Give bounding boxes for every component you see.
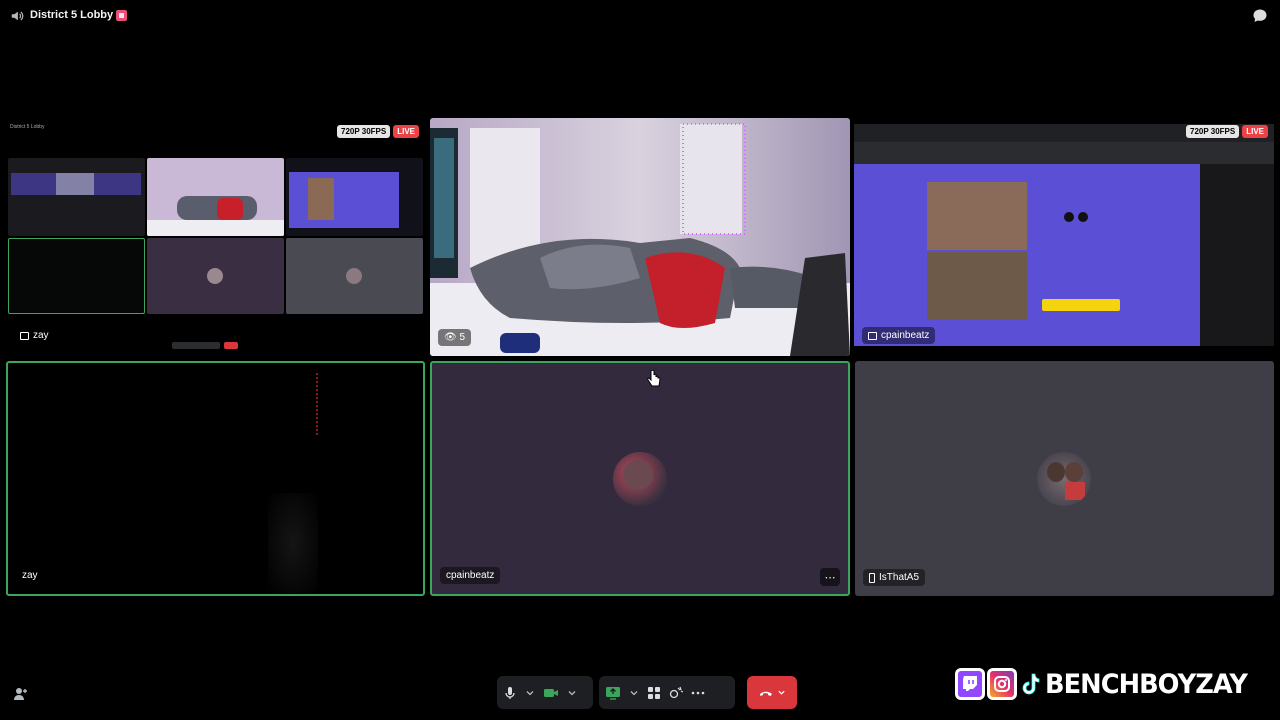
viewer-count: 👁 5 xyxy=(438,329,472,346)
screen-share-icon xyxy=(868,331,877,340)
camera-tile-isthata5[interactable]: IsThatA5 xyxy=(855,361,1274,596)
mirrored-cell xyxy=(147,158,284,236)
chevron-down-icon[interactable] xyxy=(567,688,577,698)
mirrored-cell xyxy=(8,238,145,314)
mic-camera-group xyxy=(497,676,593,709)
logo xyxy=(1064,212,1088,224)
mirrored-controls xyxy=(172,342,252,350)
mirrored-cell xyxy=(8,158,145,236)
chevron-down-icon[interactable] xyxy=(525,688,535,698)
chevron-down-icon[interactable] xyxy=(629,688,639,698)
microphone-icon[interactable] xyxy=(503,686,517,700)
name-tag: IsThatA5 xyxy=(863,569,926,586)
chevron-down-icon xyxy=(777,690,785,695)
video-camera-icon[interactable] xyxy=(543,686,559,700)
speaker-icon xyxy=(11,11,24,21)
quality-badge: 720P 30FPS xyxy=(337,125,391,138)
start-video-chat-button xyxy=(1042,299,1120,311)
mirrored-title: District 5 Lobby xyxy=(10,124,45,130)
mirrored-cell xyxy=(147,238,284,314)
camera-tile-zay[interactable]: zay xyxy=(6,361,425,596)
webcam-video xyxy=(430,118,850,356)
soundboard-icon[interactable] xyxy=(669,686,683,700)
camera-tile-cpainbeatz[interactable]: cpainbeatz ⋯ xyxy=(430,361,850,596)
activities-icon[interactable] xyxy=(647,686,661,700)
streamer-social-overlay: BENCHBOYZAY xyxy=(955,664,1260,704)
channel-title: District 5 Lobby xyxy=(30,9,128,21)
screen-share-icon xyxy=(20,331,29,340)
hotel-emoji-icon xyxy=(116,9,128,21)
webcam-tile[interactable]: 👁 5 xyxy=(430,118,850,356)
video-feed xyxy=(927,252,1027,320)
live-badge: LIVE xyxy=(1242,125,1268,138)
mirrored-cell xyxy=(286,238,423,314)
shadow xyxy=(268,493,318,593)
stream-badges: 720P 30FPS LIVE xyxy=(337,125,419,138)
quality-badge: 720P 30FPS xyxy=(1186,125,1240,138)
screen-share-icon[interactable] xyxy=(605,686,621,700)
name-tag: cpainbeatz xyxy=(440,567,501,584)
activity-person-icon[interactable] xyxy=(12,686,28,702)
voice-controls xyxy=(497,676,735,709)
mirrored-cell xyxy=(286,158,423,236)
twitch-icon xyxy=(955,668,985,700)
omegle-page xyxy=(854,164,1200,346)
more-options-icon[interactable] xyxy=(691,686,705,700)
eye-icon: 👁 xyxy=(444,332,457,343)
mobile-phone-icon xyxy=(869,572,875,583)
screenshare-tile-cpainbeatz[interactable]: 720P 30FPS LIVE cpainbeatz xyxy=(854,118,1274,354)
live-badge: LIVE xyxy=(393,125,419,138)
hand-cursor-icon xyxy=(647,370,661,387)
streamer-handle: BENCHBOYZAY xyxy=(1044,668,1249,701)
screenshare-tile-zay[interactable]: District 5 Lobby 720P 30FPS LIVE zay xyxy=(6,118,425,354)
chat-bubble-icon[interactable] xyxy=(1252,8,1268,24)
top-bar: District 5 Lobby xyxy=(0,0,1280,32)
more-options-button[interactable]: ⋯ xyxy=(820,568,840,586)
instagram-icon xyxy=(987,668,1017,700)
stream-badges: 720P 30FPS LIVE xyxy=(1186,125,1268,138)
video-feed xyxy=(927,182,1027,250)
avatar xyxy=(613,452,667,506)
phone-hangup-icon xyxy=(759,691,772,696)
stream-chat-panel xyxy=(1200,164,1274,346)
name-tag: zay xyxy=(22,570,38,581)
avatar xyxy=(1037,452,1091,506)
share-activities-group xyxy=(599,676,735,709)
tiktok-icon xyxy=(1019,668,1043,700)
name-tag: zay xyxy=(14,327,55,344)
browser-toolbar xyxy=(854,142,1274,164)
disconnect-button[interactable] xyxy=(747,676,797,709)
led-strip xyxy=(316,373,318,435)
name-tag: cpainbeatz xyxy=(862,327,936,344)
